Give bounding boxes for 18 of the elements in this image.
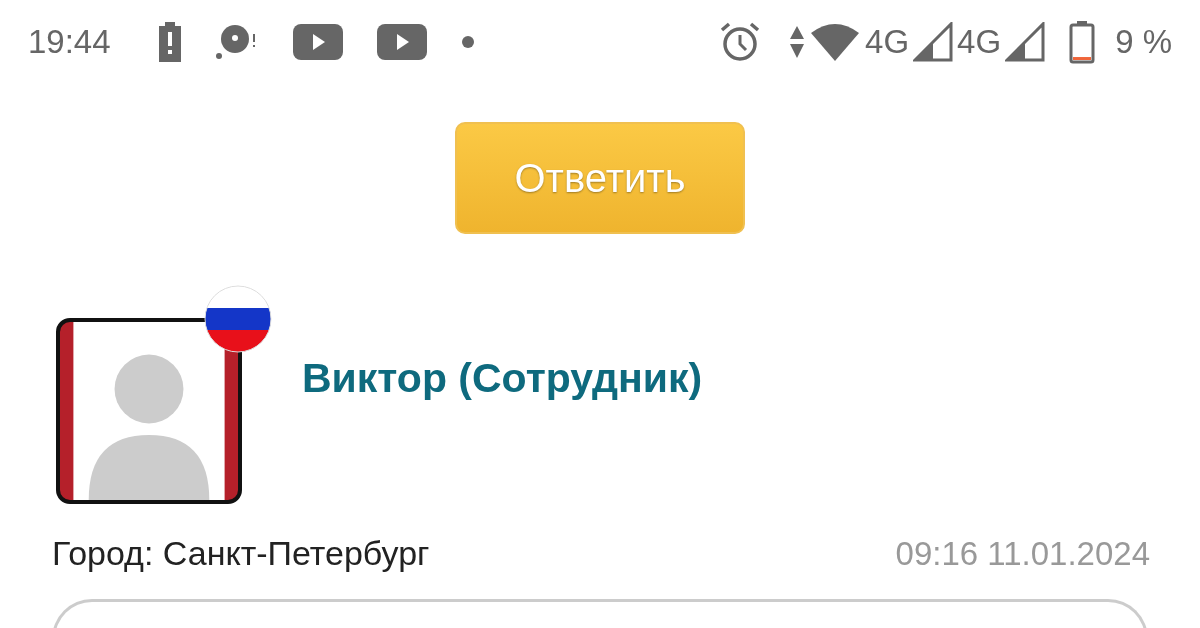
battery-alert-icon (158, 22, 181, 62)
wifi-icon (809, 21, 862, 63)
data-arrows-icon (789, 24, 806, 60)
video-play-icon (292, 24, 343, 60)
cell-signal-icon (913, 22, 954, 62)
battery-icon (1069, 20, 1096, 64)
clock-time: 19:44 (28, 22, 111, 63)
network-type: 4G (957, 22, 1002, 63)
dot-icon (460, 35, 475, 49)
cell-signal-icon (1005, 22, 1046, 62)
alarm-clock-icon (719, 21, 762, 63)
battery-percent: 9 % (1115, 22, 1172, 63)
post-datetime: 09:16 11.01.2024 (895, 533, 1150, 574)
flag-icon (204, 285, 272, 353)
author-name[interactable]: Виктор (Сотрудник) (302, 348, 703, 410)
video-play-icon (376, 24, 427, 60)
network-type: 4G (865, 22, 910, 63)
author-city: Город: Санкт-Петербург (52, 533, 430, 574)
